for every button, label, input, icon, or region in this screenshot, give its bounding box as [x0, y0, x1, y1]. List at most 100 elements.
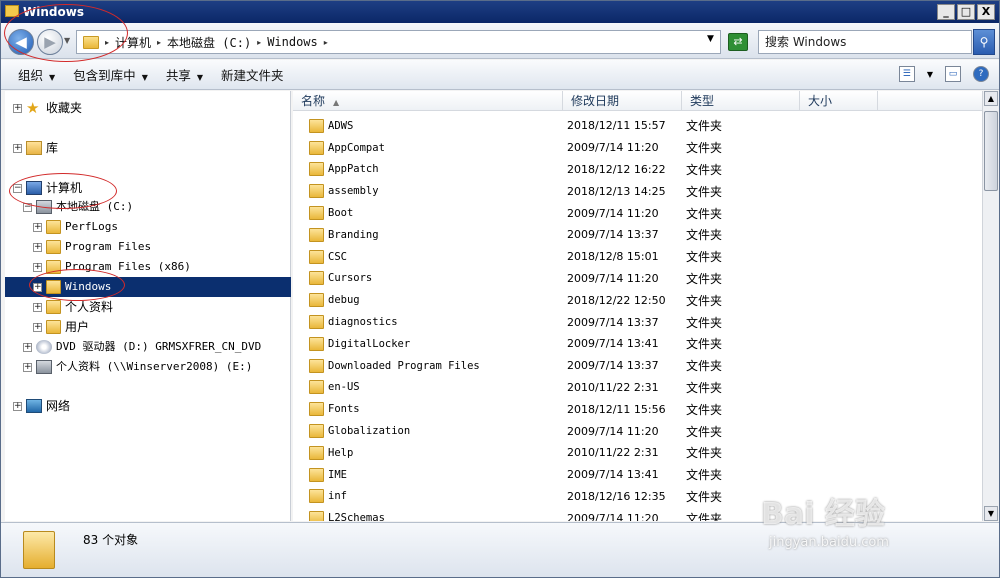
new-folder-button[interactable]: 新建文件夹 [212, 65, 293, 84]
file-date: 2018/12/11 15:56 [567, 402, 666, 416]
tree-item-label: PerfLogs [65, 220, 118, 233]
scroll-down-icon[interactable]: ▼ [984, 506, 998, 521]
address-bar[interactable]: ▸ 计算机 ▸ 本地磁盘 (C:) ▸ Windows ▸ [76, 30, 721, 54]
file-row[interactable]: DigitalLocker 2009/7/14 13:41 文件夹 [293, 333, 982, 355]
file-date: 2009/7/14 13:41 [567, 468, 659, 482]
file-name-cell: debug [309, 293, 360, 308]
file-row[interactable]: Fonts 2018/12/11 15:56 文件夹 [293, 398, 982, 420]
folder-icon [309, 184, 324, 199]
file-row[interactable]: IME 2009/7/14 13:41 文件夹 [293, 464, 982, 486]
star-icon: ★ [26, 99, 40, 117]
dvd-icon [36, 340, 52, 354]
file-name-cell: AppPatch [309, 162, 379, 177]
search-input[interactable]: 搜索 Windows [758, 30, 972, 54]
search-button[interactable]: ⚲ [973, 29, 995, 55]
file-date: 2009/7/14 13:41 [567, 337, 659, 351]
column-type[interactable]: 类型 [682, 91, 800, 111]
file-row[interactable]: Downloaded Program Files 2009/7/14 13:37 文… [293, 355, 982, 377]
file-row[interactable]: diagnostics 2009/7/14 13:37 文件夹 [293, 311, 982, 333]
file-name: CSC [328, 250, 347, 263]
file-row[interactable]: Globalization 2009/7/14 11:20 文件夹 [293, 420, 982, 442]
file-row[interactable]: Branding 2009/7/14 13:37 文件夹 [293, 224, 982, 246]
file-row[interactable]: ADWS 2018/12/11 15:57 文件夹 [293, 115, 982, 137]
file-row[interactable]: CSC 2018/12/8 15:01 文件夹 [293, 246, 982, 268]
maximize-button[interactable]: □ [957, 4, 975, 20]
file-name: Cursors [328, 272, 373, 285]
file-row[interactable]: AppPatch 2018/12/12 16:22 文件夹 [293, 159, 982, 181]
view-options-icon[interactable]: ☰ [898, 66, 915, 82]
folder-icon [309, 489, 324, 504]
expand-icon[interactable]: + [13, 103, 22, 113]
file-name-cell: assembly [309, 184, 379, 199]
chevron-right-icon[interactable]: ▸ [324, 38, 328, 47]
chevron-right-icon[interactable]: ▸ [257, 38, 261, 47]
expand-icon[interactable]: + [23, 342, 32, 352]
column-name-label: 名称 [301, 94, 326, 108]
breadcrumb-local-disk[interactable]: 本地磁盘 (C:) [167, 34, 251, 51]
file-row[interactable]: en-US 2010/11/22 2:31 文件夹 [293, 377, 982, 399]
organize-menu[interactable]: 组织 ▼ [9, 65, 64, 84]
expand-icon[interactable]: + [13, 143, 22, 153]
file-name-cell: ADWS [309, 118, 353, 133]
scroll-up-icon[interactable]: ▲ [984, 91, 998, 106]
file-name: AppCompat [328, 141, 385, 154]
include-in-library-menu[interactable]: 包含到库中 ▼ [64, 65, 157, 84]
file-row[interactable]: Help 2010/11/22 2:31 文件夹 [293, 442, 982, 464]
expand-icon[interactable]: + [33, 262, 42, 272]
chevron-down-icon: ▼ [49, 73, 56, 82]
refresh-button[interactable]: ⇄ [728, 33, 748, 51]
breadcrumb-windows[interactable]: Windows [267, 35, 318, 49]
file-type: 文件夹 [686, 141, 723, 156]
file-name: IME [328, 468, 347, 481]
file-name-cell: en-US [309, 380, 360, 395]
file-row[interactable]: Boot 2009/7/14 11:20 文件夹 [293, 202, 982, 224]
window-controls: _ □ X [937, 4, 995, 20]
column-date[interactable]: 修改日期 [563, 91, 682, 111]
tree-item-perflogs[interactable]: + PerfLogs [33, 217, 118, 237]
file-date: 2010/11/22 2:31 [567, 380, 659, 394]
expand-icon[interactable]: + [33, 242, 42, 252]
minimize-button[interactable]: _ [937, 4, 955, 20]
tree-item-libraries[interactable]: + 库 [13, 138, 58, 158]
file-name-cell: Branding [309, 227, 379, 242]
file-name: AppPatch [328, 163, 379, 176]
expand-icon[interactable]: + [33, 302, 42, 312]
file-row[interactable]: Cursors 2009/7/14 11:20 文件夹 [293, 268, 982, 290]
file-type: 文件夹 [686, 337, 723, 352]
chevron-down-icon[interactable]: ▼ [927, 70, 933, 79]
file-row[interactable]: debug 2018/12/22 12:50 文件夹 [293, 289, 982, 311]
tree-item-favorites[interactable]: + ★ 收藏夹 [13, 98, 82, 118]
file-row[interactable]: AppCompat 2009/7/14 11:20 文件夹 [293, 137, 982, 159]
preview-pane-icon[interactable]: ▭ [945, 66, 961, 82]
file-type: 文件夹 [686, 119, 723, 134]
expand-icon[interactable]: + [23, 362, 32, 372]
file-name-cell: Fonts [309, 402, 360, 417]
vertical-scrollbar[interactable]: ▲ ▼ [982, 91, 999, 521]
refresh-icon: ⇄ [733, 35, 743, 48]
column-size[interactable]: 大小 [800, 91, 878, 111]
column-name[interactable]: 名称 ▲ [293, 91, 563, 111]
file-row[interactable]: assembly 2018/12/13 14:25 文件夹 [293, 180, 982, 202]
scroll-thumb[interactable] [984, 111, 998, 191]
expand-icon[interactable]: + [33, 222, 42, 232]
address-row: ◀ ▶ ▼ ▸ 计算机 ▸ 本地磁盘 (C:) ▸ Windows ▸ ▼ ⇄ … [1, 23, 999, 59]
tree-item-label: Program Files [65, 240, 152, 253]
tree-item-network-share[interactable]: + 个人资料 (\\Winserver2008) (E:) [23, 357, 252, 377]
tree-item-users[interactable]: + 用户 [33, 317, 89, 337]
folder-icon [46, 320, 61, 334]
chevron-right-icon[interactable]: ▸ [157, 38, 161, 47]
share-menu[interactable]: 共享 ▼ [157, 65, 212, 84]
expand-icon[interactable]: + [33, 322, 42, 332]
tree-item-network[interactable]: + 网络 [13, 396, 70, 416]
tree-item-dvd[interactable]: + DVD 驱动器 (D:) GRMSXFRER_CN_DVD [23, 337, 261, 357]
expand-icon[interactable]: + [13, 401, 22, 411]
explorer-window: Windows _ □ X ◀ ▶ ▼ ▸ 计算机 ▸ 本地磁盘 (C:) ▸ … [0, 0, 1000, 578]
tree-item-program-files[interactable]: + Program Files [33, 237, 151, 257]
address-dropdown-icon[interactable]: ▼ [707, 34, 714, 44]
tree-item-label: 用户 [65, 320, 90, 334]
file-type: 文件夹 [686, 162, 723, 177]
close-button[interactable]: X [977, 4, 995, 20]
network-drive-icon [36, 360, 52, 374]
help-icon[interactable]: ? [973, 66, 989, 82]
file-name: L2Schemas [328, 512, 385, 521]
